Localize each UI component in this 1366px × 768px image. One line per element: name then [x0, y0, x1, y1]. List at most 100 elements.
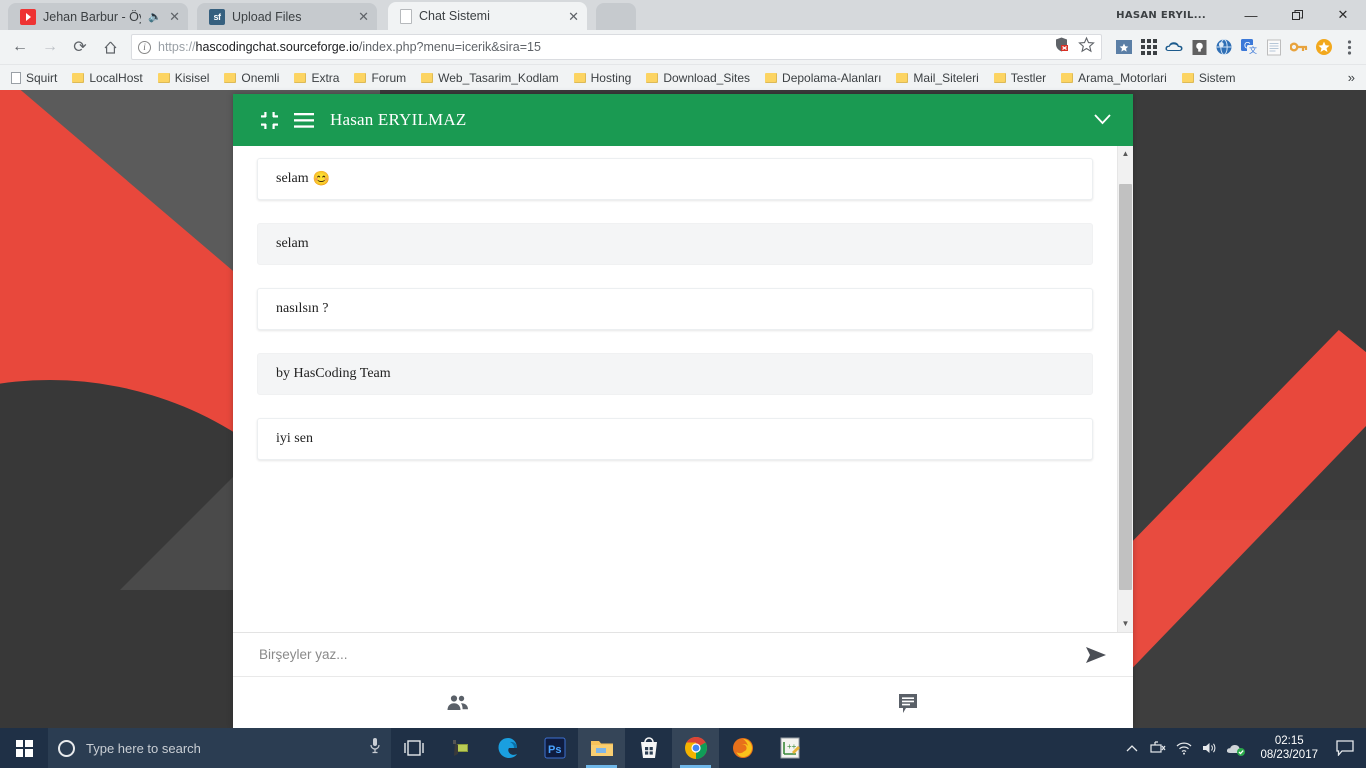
- back-button[interactable]: ←: [6, 33, 34, 61]
- bookmark-item[interactable]: Testler: [988, 69, 1052, 87]
- task-view-icon: [403, 740, 425, 756]
- bookmark-item[interactable]: Mail_Siteleri: [890, 69, 984, 87]
- tab-close-icon[interactable]: ✕: [568, 10, 579, 23]
- notepad-icon[interactable]: [1263, 36, 1285, 58]
- window-controls: HASAN ERYIL... — ✕: [1116, 0, 1366, 30]
- reload-button[interactable]: ⟳: [66, 33, 94, 61]
- folder-icon: [574, 73, 586, 83]
- browser-tab-youtube[interactable]: Jehan Barbur - Öylesi 🔈 ✕: [8, 3, 188, 30]
- youtube-icon: [20, 9, 36, 25]
- menu-dots-icon[interactable]: [1338, 36, 1360, 58]
- network-error-icon[interactable]: [1146, 728, 1170, 768]
- taskbar-app-store[interactable]: [625, 728, 672, 768]
- bookmark-item[interactable]: Onemli: [218, 69, 285, 87]
- microphone-icon[interactable]: [369, 737, 381, 759]
- folder-icon: [1182, 73, 1194, 83]
- app-title: Hasan ERYILMAZ: [330, 110, 466, 130]
- home-button[interactable]: [96, 33, 124, 61]
- folder-icon: [1061, 73, 1073, 83]
- tab-close-icon[interactable]: ✕: [169, 10, 180, 23]
- start-button[interactable]: [0, 728, 48, 768]
- send-arrow-icon[interactable]: [1071, 646, 1107, 664]
- browser-tab-chat-sistemi[interactable]: Chat Sistemi ✕: [388, 2, 587, 30]
- message-item[interactable]: by HasCoding Team: [257, 353, 1093, 395]
- profile-name[interactable]: HASAN ERYIL...: [1116, 10, 1206, 21]
- taskbar-app-photoshop[interactable]: Ps: [531, 728, 578, 768]
- fullscreen-icon[interactable]: [261, 112, 278, 129]
- cloud-icon[interactable]: [1163, 36, 1185, 58]
- forward-button[interactable]: →: [36, 33, 64, 61]
- star-badge-icon[interactable]: [1313, 36, 1335, 58]
- cortana-circle-icon: [58, 740, 75, 757]
- scroll-down-arrow-icon[interactable]: ▼: [1122, 618, 1130, 630]
- scroll-up-arrow-icon[interactable]: ▲: [1122, 148, 1130, 160]
- emoji-icon: 😊: [313, 171, 330, 188]
- shield-blocked-icon[interactable]: [1053, 36, 1070, 58]
- taskbar-search-box[interactable]: Type here to search: [48, 728, 391, 768]
- apps-grid-icon[interactable]: [1138, 36, 1160, 58]
- bookmark-item[interactable]: Kisisel: [152, 69, 216, 87]
- taskbar-app-edge[interactable]: [484, 728, 531, 768]
- browser-tab-upload-files[interactable]: sf Upload Files ✕: [197, 3, 377, 30]
- taskbar-clock[interactable]: 02:15 08/23/2017: [1250, 734, 1328, 762]
- chrome-icon: [683, 735, 709, 761]
- task-view-button[interactable]: [391, 728, 437, 768]
- nav-chat-button[interactable]: [683, 692, 1133, 714]
- translate-icon[interactable]: G文: [1238, 36, 1260, 58]
- bookmark-item[interactable]: Download_Sites: [640, 69, 756, 87]
- bookmark-item[interactable]: Arama_Motorlari: [1055, 69, 1173, 87]
- taskbar-app-chrome[interactable]: [672, 728, 719, 768]
- bookmark-item[interactable]: Forum: [348, 69, 412, 87]
- chevron-down-icon[interactable]: [1094, 112, 1111, 129]
- message-item[interactable]: selam: [257, 223, 1093, 265]
- show-hidden-icons-button[interactable]: [1120, 728, 1144, 768]
- folder-icon: [994, 73, 1006, 83]
- new-tab-button[interactable]: [596, 3, 636, 30]
- minimize-button[interactable]: —: [1228, 0, 1274, 30]
- hamburger-menu-icon[interactable]: [294, 113, 314, 128]
- onedrive-icon[interactable]: [1224, 728, 1248, 768]
- message-scrollbar[interactable]: ▲ ▼: [1117, 146, 1133, 632]
- system-tray: 02:15 08/23/2017: [1120, 728, 1366, 768]
- globe-icon[interactable]: [1213, 36, 1235, 58]
- bookmark-item[interactable]: Depolama-Alanları: [759, 69, 887, 87]
- bookmarks-overflow-button[interactable]: »: [1348, 70, 1361, 85]
- bookmark-label: Sistem: [1199, 71, 1236, 85]
- file-explorer-icon: [589, 737, 615, 759]
- close-button[interactable]: ✕: [1320, 0, 1366, 30]
- info-icon[interactable]: i: [138, 41, 151, 54]
- bookmark-item[interactable]: Web_Tasarim_Kodlam: [415, 69, 565, 87]
- star-icon[interactable]: [1078, 36, 1095, 58]
- address-bar[interactable]: i https://hascodingchat.sourceforge.io/i…: [131, 34, 1102, 60]
- taskbar-app-file-explorer[interactable]: [578, 728, 625, 768]
- message-item[interactable]: nasılsın ?: [257, 288, 1093, 330]
- bookmark-item[interactable]: Squirt: [5, 69, 63, 87]
- taskbar-app-camera[interactable]: [437, 728, 484, 768]
- taskbar-app-firefox[interactable]: [719, 728, 766, 768]
- volume-icon[interactable]: [1198, 728, 1222, 768]
- bookmark-label: Forum: [371, 71, 406, 85]
- windows-taskbar: Type here to search Ps ++: [0, 728, 1366, 768]
- scrollbar-thumb[interactable]: [1119, 184, 1132, 590]
- key-icon[interactable]: [1288, 36, 1310, 58]
- folder-icon: [646, 73, 658, 83]
- scrollbar-track[interactable]: [1118, 160, 1133, 618]
- bookmark-item[interactable]: Sistem: [1176, 69, 1242, 87]
- message-item[interactable]: selam 😊: [257, 158, 1093, 200]
- bookmark-item[interactable]: Extra: [288, 69, 345, 87]
- nav-people-button[interactable]: [233, 694, 683, 712]
- tab-mute-icon[interactable]: 🔈: [148, 10, 162, 23]
- search-placeholder: Type here to search: [86, 741, 358, 756]
- blue-star-icon[interactable]: [1113, 36, 1135, 58]
- wifi-icon[interactable]: [1172, 728, 1196, 768]
- taskbar-app-notepad-plus[interactable]: ++: [766, 728, 813, 768]
- browser-toolbar: ← → ⟳ i https://hascodingchat.sourceforg…: [0, 30, 1366, 64]
- tab-close-icon[interactable]: ✕: [358, 10, 369, 23]
- bookmark-item[interactable]: Hosting: [568, 69, 638, 87]
- message-input[interactable]: [259, 647, 1071, 662]
- lamp-note-icon[interactable]: [1188, 36, 1210, 58]
- message-item[interactable]: iyi sen: [257, 418, 1093, 460]
- maximize-button[interactable]: [1274, 0, 1320, 30]
- action-center-button[interactable]: [1330, 728, 1360, 768]
- bookmark-item[interactable]: LocalHost: [66, 69, 148, 87]
